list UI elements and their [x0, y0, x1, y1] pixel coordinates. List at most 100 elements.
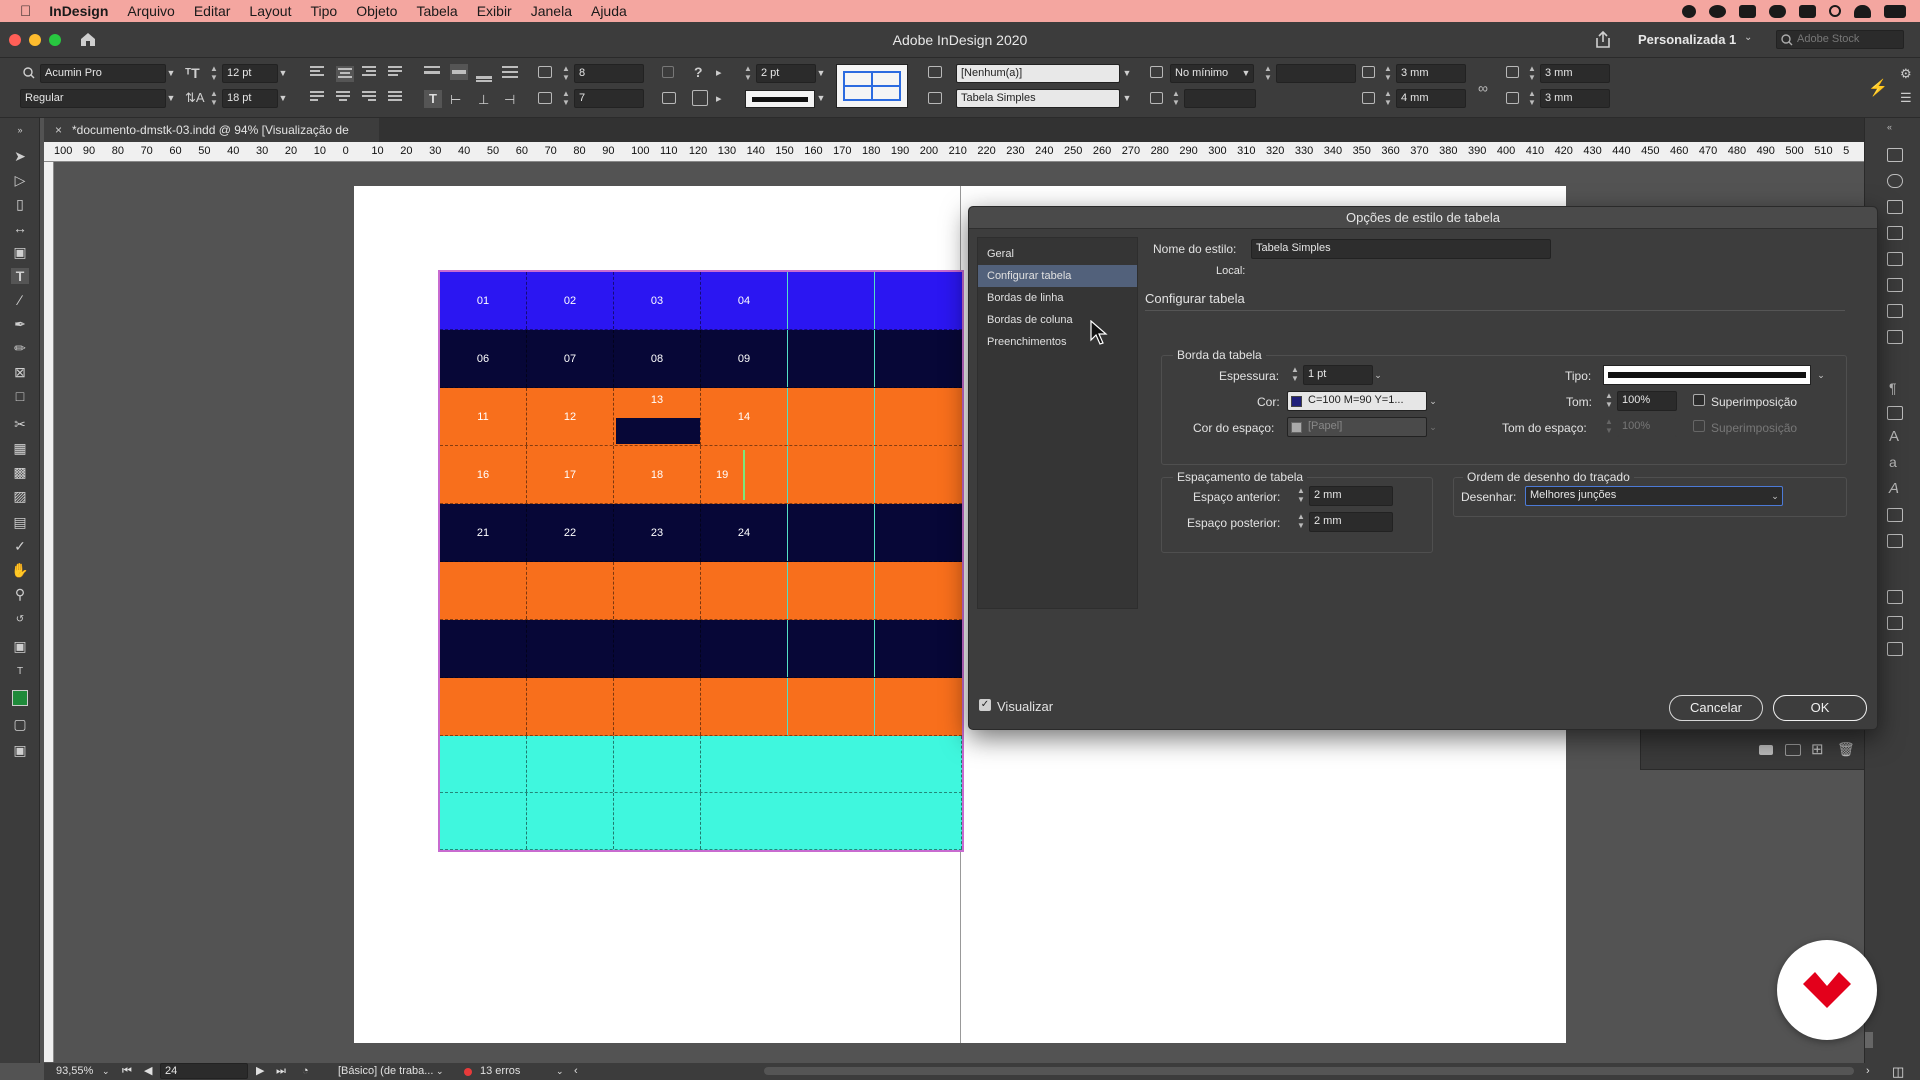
table-cell[interactable]	[875, 388, 962, 445]
color-field[interactable]: C=100 M=90 Y=1...	[1287, 391, 1427, 411]
stroke-type-swatch[interactable]	[745, 90, 815, 108]
font-size-field[interactable]: 12 pt	[222, 64, 278, 83]
cell-style-dropdown-icon[interactable]: ▼	[1121, 64, 1133, 82]
table-cell[interactable]: 21	[440, 504, 527, 561]
new-folder-icon[interactable]	[1759, 745, 1773, 755]
style-name-input[interactable]: Tabela Simples	[1251, 239, 1551, 259]
rectangle-tool-icon[interactable]: □	[11, 388, 29, 404]
table-cell[interactable]	[875, 678, 962, 735]
table-cell[interactable]	[527, 736, 614, 792]
space-after-stepper[interactable]: ▲ ▼	[1295, 512, 1307, 532]
table-styles-panel-icon[interactable]	[1887, 616, 1903, 630]
character-styles-panel-icon[interactable]: a	[1889, 454, 1897, 470]
zoom-level[interactable]: 93,55%	[56, 1063, 93, 1080]
rectangle-frame-tool-icon[interactable]: ⊠	[11, 364, 29, 380]
cell-style-field[interactable]: [Nenhum(a)]	[956, 64, 1120, 83]
font-style-field[interactable]: Regular	[20, 89, 166, 108]
table-cell[interactable]	[614, 678, 701, 735]
table-row[interactable]: 06 07 08 09	[440, 330, 962, 388]
apple-icon[interactable]: 	[20, 3, 31, 20]
table-cell[interactable]	[788, 330, 875, 387]
table-style-field[interactable]: Tabela Simples	[956, 89, 1120, 108]
pencil-tool-icon[interactable]: ✏	[11, 340, 29, 356]
split-vertical-icon[interactable]	[692, 90, 708, 106]
table-cell[interactable]	[788, 446, 875, 503]
table-cell[interactable]	[875, 504, 962, 561]
object-styles-panel-icon[interactable]	[1887, 508, 1903, 522]
hand-tool-icon[interactable]: ✋	[11, 562, 29, 578]
table-cell[interactable]	[701, 793, 962, 849]
table-cell[interactable]	[527, 562, 614, 619]
stroke-weight-field[interactable]: 2 pt	[756, 64, 816, 83]
table-panel-icon[interactable]	[1887, 590, 1903, 604]
category-preenchimentos[interactable]: Preenchimentos	[978, 331, 1137, 353]
inset-top-field[interactable]: 3 mm	[1396, 64, 1466, 83]
menu-tabela[interactable]: Tabela	[416, 3, 457, 19]
row-height-mode-dropdown-icon[interactable]: ▼	[1240, 64, 1252, 82]
quick-actions-icon[interactable]: ⚡	[1868, 78, 1888, 98]
gap-color-field[interactable]: [Papel]	[1287, 417, 1427, 437]
table-cell[interactable]	[614, 562, 701, 619]
leading-dropdown-icon[interactable]: ▼	[277, 89, 289, 107]
font-search-icon[interactable]	[22, 66, 42, 80]
swap-fill-stroke-icon[interactable]: ↺	[11, 612, 29, 628]
vertical-ruler[interactable]	[44, 162, 54, 1062]
table-cell[interactable]	[440, 678, 527, 735]
gap-tool-icon[interactable]: ↔	[11, 220, 29, 236]
table-row[interactable]: 16 17 18 19	[440, 446, 962, 504]
table-cell[interactable]	[440, 620, 527, 677]
inset-bottom-field[interactable]: 4 mm	[1396, 89, 1466, 108]
expand-right-icon[interactable]: ▸	[716, 66, 722, 79]
table-row[interactable]: 11 12 13 14	[440, 388, 962, 446]
first-page-icon[interactable]: ⏮	[122, 1063, 132, 1080]
expand-right-icon-2[interactable]: ▸	[716, 92, 722, 105]
gap-tint-stepper[interactable]: ▲ ▼	[1603, 417, 1615, 437]
zoom-tool-icon[interactable]: ⚲	[11, 586, 29, 602]
help-icon[interactable]: ?	[694, 64, 703, 80]
last-page-icon[interactable]: ⏭	[276, 1063, 286, 1080]
stroke-type-dropdown-icon[interactable]: ▼	[815, 89, 827, 107]
table-cell[interactable]	[875, 330, 962, 387]
pages-panel-icon[interactable]	[1887, 148, 1903, 162]
align-center-icon[interactable]	[336, 66, 354, 82]
menu-janela[interactable]: Janela	[531, 3, 572, 19]
table-cell[interactable]: 03	[614, 272, 701, 329]
text-rotate-90-icon[interactable]: ⊢	[450, 92, 461, 108]
scissors-tool-icon[interactable]: ✂	[11, 416, 29, 432]
gradient-feather-tool-icon[interactable]: ▨	[11, 488, 29, 504]
table-style-dropdown-icon[interactable]: ▼	[1121, 89, 1133, 107]
stroke-type-chevron-icon[interactable]: ⌄	[1815, 366, 1827, 384]
pen-tool-icon[interactable]: ✒	[11, 316, 29, 332]
font-size-dropdown-icon[interactable]: ▼	[277, 64, 289, 82]
column-width-field[interactable]	[1184, 89, 1256, 108]
menu-arquivo[interactable]: Arquivo	[127, 3, 174, 19]
table-cell[interactable]: 24	[701, 504, 788, 561]
row-height-stepper[interactable]: ▲ ▼	[1262, 64, 1274, 84]
errors-chevron-icon[interactable]: ⌄	[556, 1063, 564, 1080]
color-panel-icon[interactable]	[1887, 252, 1903, 266]
table-cell[interactable]: 14	[701, 388, 788, 445]
leading-field[interactable]: 18 pt	[222, 89, 278, 108]
link-insets-icon[interactable]: ∞	[1478, 80, 1488, 96]
table-row[interactable]: 21 22 23 24	[440, 504, 962, 562]
table-cell[interactable]	[788, 388, 875, 445]
menu-tipo[interactable]: Tipo	[310, 3, 337, 19]
menu-ajuda[interactable]: Ajuda	[591, 3, 627, 19]
table-row[interactable]	[440, 736, 962, 793]
stroke-type-select[interactable]	[1603, 365, 1811, 385]
table-cell[interactable]	[614, 620, 701, 677]
table-cell[interactable]	[788, 562, 875, 619]
columns-stepper[interactable]: ▲ ▼	[560, 89, 572, 109]
screen-mode-icon[interactable]: ▣	[11, 742, 29, 758]
rows-stepper[interactable]: ▲ ▼	[560, 64, 572, 84]
zoom-chevron-icon[interactable]: ⌄	[102, 1063, 110, 1080]
weight-dropdown-icon[interactable]: ⌄	[1372, 366, 1384, 384]
screen-icon[interactable]	[1799, 4, 1816, 18]
table-cell[interactable]	[701, 562, 788, 619]
row-height-field[interactable]	[1276, 64, 1356, 83]
space-before-stepper[interactable]: ▲ ▼	[1295, 486, 1307, 506]
text-rotate-270-icon[interactable]: ⊣	[504, 92, 515, 108]
table-cell[interactable]	[527, 793, 614, 849]
type-tool-icon[interactable]: T	[11, 268, 29, 284]
battery-icon[interactable]	[1884, 4, 1906, 18]
